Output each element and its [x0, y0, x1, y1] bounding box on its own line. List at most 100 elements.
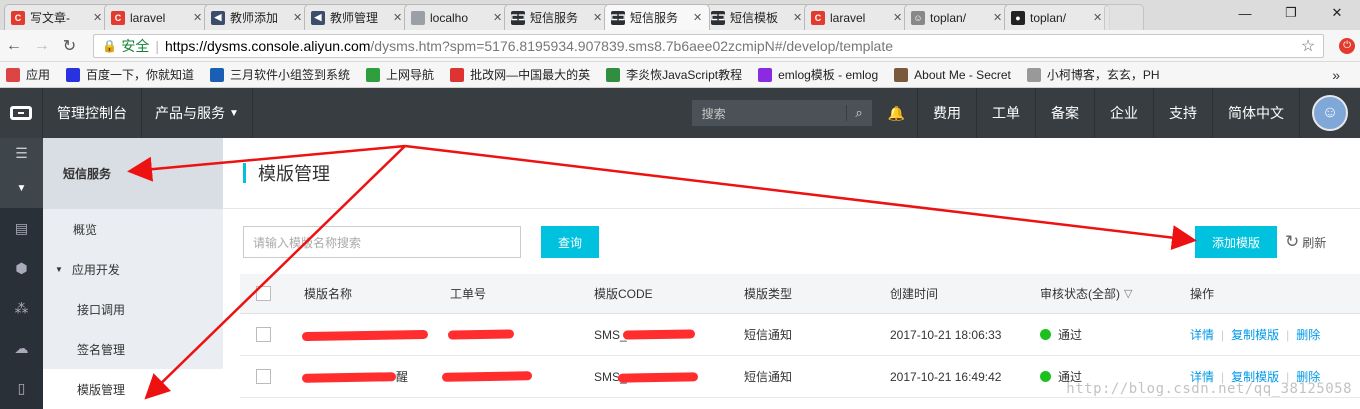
refresh-button[interactable]: ↻ 刷新 — [1285, 226, 1326, 258]
bookmark-label: emlog模板 - emlog — [778, 68, 879, 82]
aliyun-logo-icon[interactable] — [0, 88, 42, 138]
bookmark-item[interactable]: 小柯博客，玄玄，PH — [1026, 66, 1160, 83]
tab-close-icon[interactable]: ✕ — [1093, 11, 1103, 24]
sidebar-item-api[interactable]: 接口调用 — [43, 289, 223, 329]
title-accent-bar — [243, 163, 246, 183]
triangle-down-icon: ▼ — [55, 264, 63, 274]
nav-billing[interactable]: 费用 — [918, 88, 977, 138]
row-checkbox[interactable] — [256, 369, 271, 384]
forward-icon[interactable]: → — [28, 37, 56, 55]
tab-close-icon[interactable]: ✕ — [893, 11, 903, 24]
close-icon[interactable]: ✕ — [1314, 0, 1360, 26]
browser-tab[interactable]: ⊏⊐ 短信服务 ✕ — [604, 4, 710, 30]
browser-tab[interactable]: ⊏⊐ 短信服务 ✕ — [504, 4, 610, 30]
row-time: 2017-10-21 16:49:42 — [890, 369, 1002, 384]
select-all-checkbox[interactable] — [256, 286, 271, 301]
bookmark-label: 上网导航 — [386, 68, 435, 82]
nav-icp[interactable]: 备案 — [1036, 88, 1095, 138]
sidebar-item-template[interactable]: 模版管理 — [43, 369, 223, 409]
nav-language[interactable]: 简体中文 — [1213, 88, 1300, 138]
query-button[interactable]: 查询 — [541, 226, 599, 258]
bookmark-item[interactable]: 上网导航 — [366, 66, 434, 83]
tab-close-icon[interactable]: ✕ — [793, 11, 803, 24]
row-code: SMS_ — [594, 327, 627, 342]
nav-enterprise[interactable]: 企业 — [1095, 88, 1154, 138]
extension-button[interactable]: ⏻ — [1334, 33, 1360, 59]
redaction-mark — [301, 329, 429, 342]
menu-icon[interactable]: ☰ — [0, 138, 43, 168]
sidebar-group-label: 应用开发 — [71, 262, 120, 277]
browser-tab[interactable]: Claravel ✕ — [104, 4, 210, 30]
bookmark-item[interactable]: 百度一下，你就知道 — [66, 66, 194, 83]
browser-tab[interactable]: ● toplan/ ✕ — [1004, 4, 1110, 30]
sidebar-group-dev[interactable]: ▼ 应用开发 — [43, 249, 223, 289]
bookmark-item[interactable]: About Me - Secret — [894, 67, 1011, 82]
tab-close-icon[interactable]: ✕ — [393, 11, 403, 24]
tab-close-icon[interactable]: ✕ — [93, 11, 103, 24]
restore-icon[interactable]: ❐ — [1268, 0, 1314, 26]
more-bookmarks-icon[interactable]: » — [1332, 67, 1340, 83]
search-icon[interactable]: ⌕ — [845, 105, 872, 121]
url-field[interactable]: 🔒 安全 | https://dysms.console.aliyun.com /… — [93, 33, 1325, 58]
detail-link[interactable]: 详情 — [1190, 326, 1214, 343]
cloud-icon[interactable]: ☁ — [0, 328, 43, 368]
bookmark-item[interactable]: 李炎恢JavaScript教程 — [606, 66, 742, 83]
sidebar-item-overview[interactable]: 概览 — [43, 209, 223, 249]
browser-tab[interactable]: C 写文章- ✕ — [4, 4, 110, 30]
nav-tickets[interactable]: 工单 — [977, 88, 1036, 138]
tab-close-icon[interactable]: ✕ — [293, 11, 303, 24]
bookmark-star-icon[interactable]: ☆ — [1301, 36, 1315, 56]
minimize-icon[interactable]: — — [1222, 0, 1268, 26]
copy-template-link[interactable]: 复制模版 — [1231, 326, 1279, 343]
bookmark-item[interactable]: 应用 — [6, 66, 50, 83]
filter-icon[interactable]: ▽ — [1124, 287, 1132, 300]
avatar[interactable]: ☺ — [1312, 95, 1348, 131]
server-icon[interactable]: ▤ — [0, 208, 43, 248]
browser-tab[interactable]: ◀ 教师管理 ✕ — [304, 4, 410, 30]
bookmark-item[interactable]: 三月软件小组签到系统 — [210, 66, 350, 83]
github-icon: ● — [1011, 10, 1025, 25]
redaction-mark — [622, 329, 696, 340]
network-icon[interactable]: ⁂ — [0, 288, 43, 328]
bookmark-item[interactable]: emlog模板 - emlog — [758, 66, 878, 83]
caret-down-icon: ▼ — [229, 107, 239, 119]
collapse-caret-icon[interactable]: ▼ — [0, 168, 43, 208]
hexagon-icon[interactable]: ⬢ — [0, 248, 43, 288]
add-template-button[interactable]: 添加模版 — [1195, 226, 1277, 258]
url-path: /dysms.htm?spm=5176.8195934.907839.sms8.… — [370, 37, 894, 54]
csdn-icon: C — [111, 10, 125, 25]
nav-support[interactable]: 支持 — [1154, 88, 1213, 138]
col-status[interactable]: 审核状态(全部) ▽ — [1040, 285, 1132, 302]
console-search-input[interactable]: 搜索 ⌕ — [691, 100, 872, 126]
tab-close-icon[interactable]: ✕ — [993, 11, 1003, 24]
bookmark-item[interactable]: 批改网—中国最大的英 — [450, 66, 590, 83]
browser-tab[interactable]: Claravel ✕ — [804, 4, 910, 30]
reload-icon[interactable]: ↻ — [56, 36, 84, 56]
delete-link[interactable]: 删除 — [1296, 326, 1320, 343]
row-time: 2017-10-21 18:06:33 — [890, 327, 1002, 342]
products-menu[interactable]: 产品与服务 ▼ — [142, 88, 253, 138]
tab-label: localho — [430, 10, 469, 25]
console-home-link[interactable]: 管理控制台 — [42, 88, 142, 138]
bell-icon[interactable]: 🔔 — [876, 88, 918, 138]
browser-tab[interactable]: localho ✕ — [404, 4, 510, 30]
row-checkbox[interactable] — [256, 327, 271, 342]
browser-tab[interactable]: ☺ toplan/ ✕ — [904, 4, 1010, 30]
browser-tab[interactable]: ◀ 教师添加 ✕ — [204, 4, 310, 30]
tab-close-icon[interactable]: ✕ — [593, 11, 603, 24]
tab-close-icon[interactable]: ✕ — [193, 11, 203, 24]
sidebar-item-signature[interactable]: 签名管理 — [43, 329, 223, 369]
back-icon[interactable]: ← — [0, 37, 28, 55]
browser-tab[interactable]: ⊏⊐ 短信模板 ✕ — [704, 4, 810, 30]
table-header: 模版名称 工单号 模版CODE 模版类型 创建时间 审核状态(全部) ▽ 操作 — [240, 274, 1360, 314]
col-name: 模版名称 — [304, 287, 353, 301]
new-tab-button[interactable] — [1104, 4, 1144, 30]
bookmark-label: 百度一下，你就知道 — [86, 68, 195, 82]
status-text: 通过 — [1058, 328, 1083, 342]
cat-icon — [894, 67, 909, 82]
template-search-input[interactable]: 请输入模版名称搜索 — [243, 226, 521, 258]
tab-close-icon[interactable]: ✕ — [493, 11, 503, 24]
mobile-icon[interactable]: ▯ — [0, 368, 43, 408]
tab-close-icon[interactable]: ✕ — [693, 11, 703, 24]
col-order: 工单号 — [450, 287, 487, 301]
